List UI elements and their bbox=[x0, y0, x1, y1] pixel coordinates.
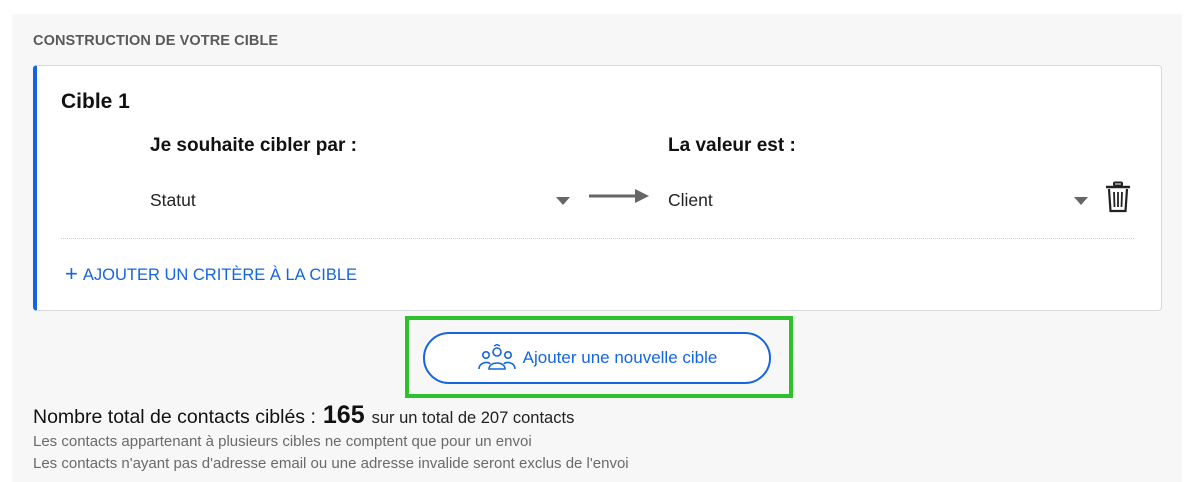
value-label: La valeur est : bbox=[668, 135, 796, 156]
total-contacts: sur un total de 207 contacts bbox=[371, 409, 575, 427]
users-group-icon bbox=[477, 344, 516, 370]
arrow-right-icon bbox=[589, 189, 649, 203]
targeting-summary: Nombre total de contacts ciblés : 165 su… bbox=[33, 401, 629, 474]
caret-down-icon bbox=[556, 197, 570, 205]
criterion-select[interactable]: Statut bbox=[150, 180, 570, 220]
caret-down-icon bbox=[1074, 197, 1088, 205]
summary-label: Nombre total de contacts ciblés : bbox=[33, 406, 316, 428]
value-select[interactable]: Client bbox=[668, 180, 1088, 220]
plus-icon: + bbox=[65, 261, 78, 286]
value-select-value: Client bbox=[668, 189, 713, 210]
summary-note-invalid-email: Les contacts n'ayant pas d'adresse email… bbox=[33, 455, 629, 472]
trash-icon[interactable] bbox=[1105, 181, 1131, 213]
add-target-label: Ajouter une nouvelle cible bbox=[522, 348, 718, 367]
target-card: Cible 1 Je souhaite cibler par : La vale… bbox=[33, 65, 1162, 311]
add-criterion-label: AJOUTER UN CRITÈRE À LA CIBLE bbox=[82, 265, 358, 284]
card-divider bbox=[61, 238, 1134, 239]
add-target-button[interactable]: Ajouter une nouvelle cible bbox=[423, 332, 771, 384]
criterion-label: Je souhaite cibler par : bbox=[150, 135, 357, 156]
targeted-count: 165 bbox=[322, 401, 365, 429]
summary-line: Nombre total de contacts ciblés : 165 su… bbox=[33, 401, 629, 430]
summary-note-duplicates: Les contacts appartenant à plusieurs cib… bbox=[33, 433, 532, 450]
target-title: Cible 1 bbox=[61, 90, 130, 113]
add-criterion-button[interactable]: + AJOUTER UN CRITÈRE À LA CIBLE bbox=[65, 261, 358, 286]
criterion-select-value: Statut bbox=[150, 189, 196, 210]
section-title: CONSTRUCTION DE VOTRE CIBLE bbox=[33, 33, 279, 49]
